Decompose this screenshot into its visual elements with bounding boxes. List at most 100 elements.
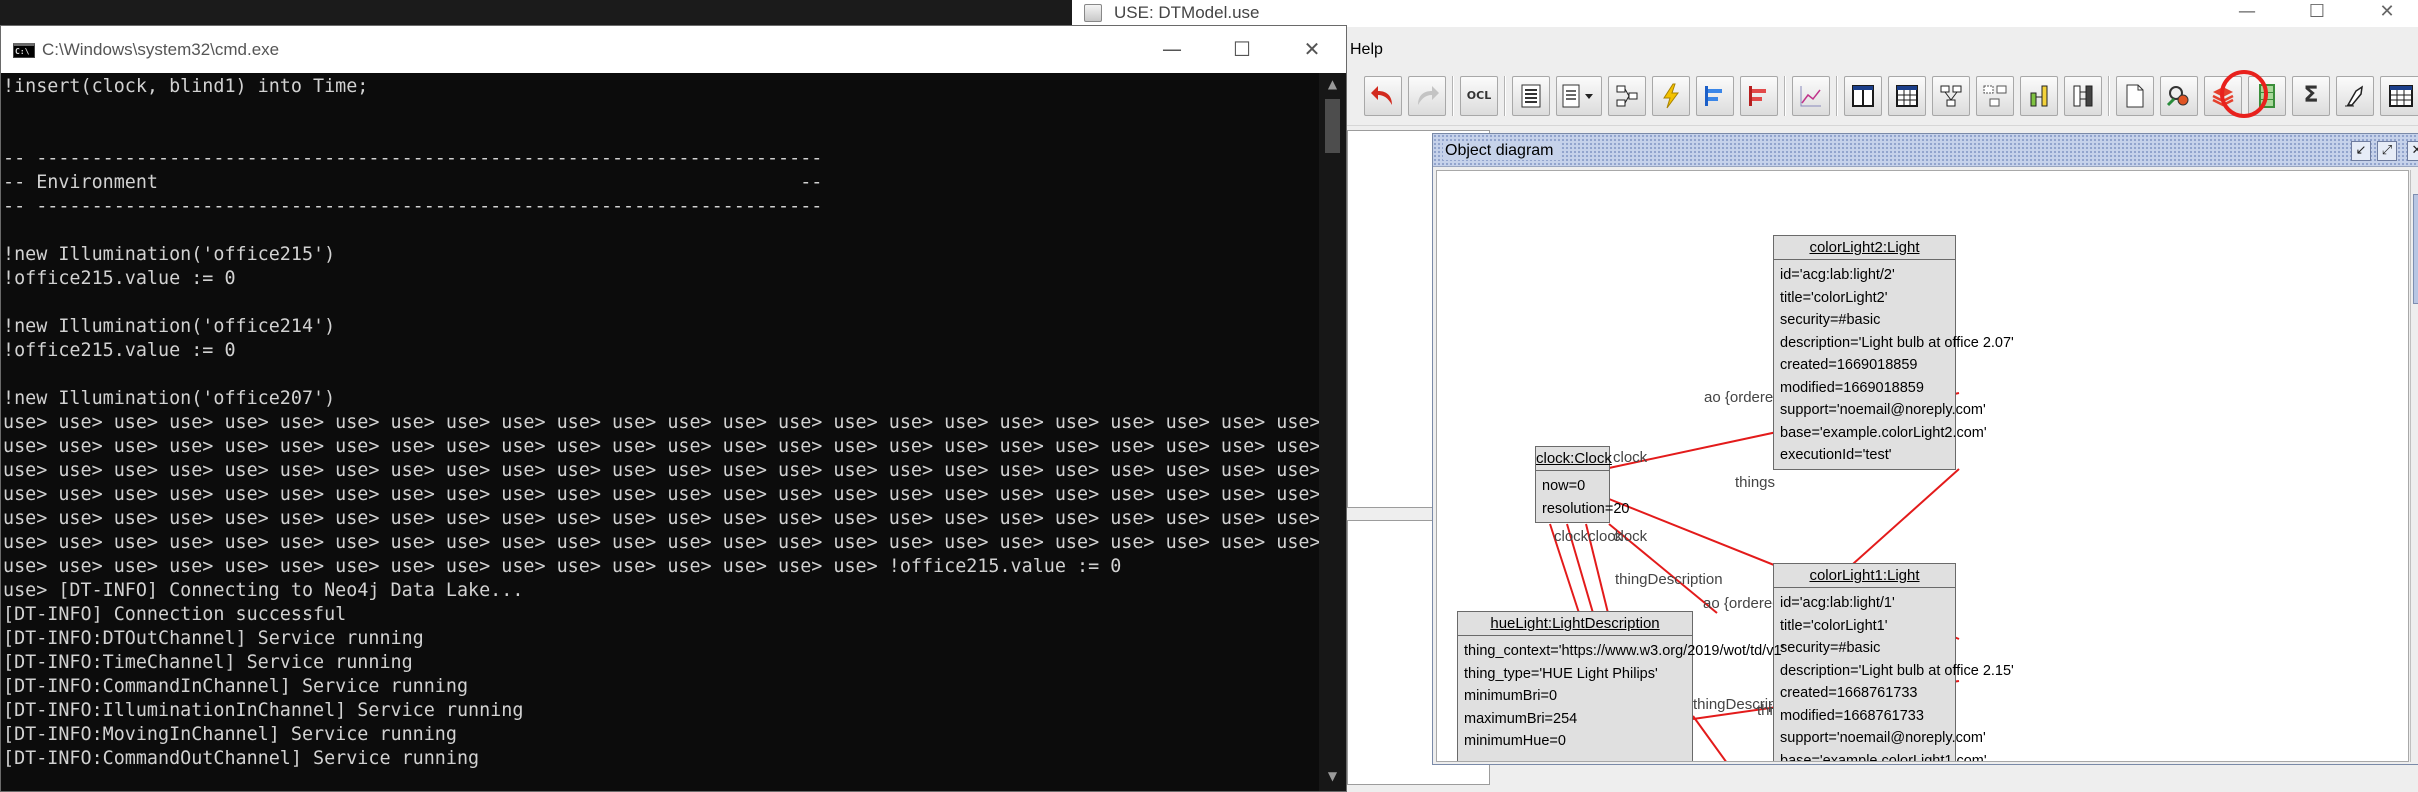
document-dropdown-icon bbox=[1562, 84, 1593, 108]
align-left-bars-button[interactable] bbox=[1696, 76, 1734, 116]
object-attribute: support='noemail@noreply.com' bbox=[1780, 730, 1986, 746]
object-attribute: id='acg:lab:light/1' bbox=[1780, 595, 1895, 611]
use-window-title: USE: DTModel.use bbox=[1114, 3, 1260, 22]
console-line: [DT-INFO:MovingInChannel] Service runnin… bbox=[3, 724, 457, 745]
scroll-up-arrow-icon[interactable]: ▲ bbox=[1323, 77, 1342, 95]
toolbar-separator bbox=[1836, 76, 1838, 116]
object-title: colorLight2:Light bbox=[1774, 236, 1955, 260]
object-attribute: support='noemail@noreply.com' bbox=[1780, 402, 1986, 418]
hierarchy-icon bbox=[1616, 85, 1638, 107]
console-scrollbar[interactable]: ▲ ▼ bbox=[1319, 73, 1346, 791]
console-line: [DT-INFO:CommandOutChannel] Service runn… bbox=[3, 748, 480, 769]
link-huelight-offscreen bbox=[1692, 715, 1727, 761]
toolbar-separator bbox=[1784, 76, 1786, 116]
console-line: !office215.value := 0 bbox=[3, 268, 236, 289]
object-attribute: modified=1669018859 bbox=[1780, 379, 1924, 396]
cmd-minimize-button[interactable]: — bbox=[1137, 34, 1207, 66]
hierarchy-button[interactable] bbox=[1608, 76, 1646, 116]
desktop-background bbox=[0, 0, 1072, 25]
console-line: [DT-INFO:IlluminationInChannel] Service … bbox=[3, 700, 524, 721]
split-view-button[interactable] bbox=[1844, 76, 1882, 116]
cmd-app-icon: C:\ bbox=[13, 43, 35, 58]
object-attribute: created=1669018859 bbox=[1780, 357, 1918, 373]
object-attribute: thing_type='HUE Light Philips' bbox=[1464, 665, 1658, 682]
object-diagram-button[interactable] bbox=[1932, 76, 1970, 116]
lightning-icon bbox=[1663, 83, 1679, 109]
object-diagram-scrollbar[interactable]: ▲ ▼ bbox=[2410, 170, 2418, 762]
new-document-button[interactable] bbox=[2116, 76, 2154, 116]
object-attribute: modified=1668761733 bbox=[1780, 707, 1924, 724]
redo-icon bbox=[1418, 86, 1439, 105]
console-line: !new Illumination('office214') bbox=[3, 316, 336, 337]
object-diagram-title-bar[interactable]: Object diagram ↙ ⤢ ✕ bbox=[1433, 134, 2418, 167]
console-line: !new Illumination('office215') bbox=[3, 244, 336, 265]
object-attribute: description='Light bulb at office 2.15' bbox=[1780, 662, 2014, 679]
class-diagram-button[interactable] bbox=[1976, 76, 2014, 116]
object-attribute: title='colorLight1' bbox=[1780, 617, 1888, 634]
class-boxes-icon bbox=[1983, 85, 2007, 107]
table-view-button[interactable] bbox=[1888, 76, 1926, 116]
pen-icon bbox=[2345, 85, 2363, 107]
cmd-maximize-button[interactable]: ☐ bbox=[1207, 34, 1277, 66]
sequence-diagram-button[interactable] bbox=[2020, 76, 2058, 116]
scroll-down-arrow-icon[interactable]: ▼ bbox=[1323, 769, 1342, 787]
console-line: -- -------------------------------------… bbox=[3, 148, 823, 169]
object-colorlight2[interactable]: colorLight2:Light id='acg:lab:light/2' t… bbox=[1773, 235, 2014, 470]
layers-button-highlight-circle bbox=[2220, 70, 2268, 118]
object-attribute: executionId='test' bbox=[1780, 447, 1892, 463]
object-diagram-canvas[interactable]: ao {ordered} clock things clock clockclo… bbox=[1436, 170, 2409, 762]
grid-table-button[interactable] bbox=[2380, 76, 2418, 116]
align-red-bars-button[interactable] bbox=[1740, 76, 1778, 116]
object-huelight[interactable]: hueLight:LightDescription thing_context=… bbox=[1457, 611, 1784, 761]
ocl-button[interactable]: OCL bbox=[1460, 76, 1498, 116]
console-line: !new Illumination('office207') bbox=[3, 388, 336, 409]
scroll-down-arrow-icon[interactable]: ▼ bbox=[2413, 742, 2418, 760]
scrollbar-thumb[interactable] bbox=[2413, 194, 2418, 304]
console-line: use> use> use> use> use> use> use> use> … bbox=[3, 556, 1122, 577]
cmd-close-button[interactable]: ✕ bbox=[1277, 34, 1347, 66]
undo-icon bbox=[1371, 86, 1392, 105]
scroll-up-arrow-icon[interactable]: ▲ bbox=[2413, 172, 2418, 190]
link-label-clock: clock bbox=[1613, 449, 1648, 466]
class-info-button[interactable] bbox=[1512, 76, 1550, 116]
communication-diagram-button[interactable] bbox=[2064, 76, 2102, 116]
evaluate-button[interactable] bbox=[2336, 76, 2374, 116]
use-app-icon bbox=[1084, 4, 1102, 22]
object-attribute: title='colorLight2' bbox=[1780, 289, 1888, 306]
use-close-button[interactable]: ✕ bbox=[2352, 0, 2418, 27]
console-line: use> use> use> use> use> use> use> use> … bbox=[3, 412, 1319, 433]
console-output[interactable]: !insert(clock, blind1) into Time; -- ---… bbox=[1, 73, 1319, 791]
cmd-title-bar[interactable]: C:\ C:\Windows\system32\cmd.exe — ☐ ✕ bbox=[1, 26, 1346, 73]
object-attribute: security=#basic bbox=[1780, 640, 1881, 656]
use-title-bar[interactable]: USE: DTModel.use — ☐ ✕ bbox=[1072, 0, 2418, 27]
table-icon bbox=[1896, 85, 1918, 107]
chart-button[interactable] bbox=[1792, 76, 1830, 116]
split-view-icon bbox=[1852, 85, 1874, 107]
menu-help[interactable]: Help bbox=[1350, 41, 1383, 59]
console-line: use> use> use> use> use> use> use> use> … bbox=[3, 484, 1319, 505]
run-script-button[interactable] bbox=[2160, 76, 2198, 116]
undo-button[interactable] bbox=[1364, 76, 1402, 116]
sum-button[interactable]: Σ bbox=[2292, 76, 2330, 116]
grid-icon bbox=[2389, 85, 2413, 107]
open-document-dropdown-button[interactable] bbox=[1556, 76, 1602, 116]
frame-close-icon[interactable]: ✕ bbox=[2407, 141, 2418, 161]
link-label-things: things bbox=[1735, 474, 1776, 491]
console-line: use> use> use> use> use> use> use> use> … bbox=[3, 436, 1319, 457]
redo-button[interactable] bbox=[1408, 76, 1446, 116]
object-clock[interactable]: clock:Clock now=0 resolution=20 bbox=[1535, 446, 1629, 523]
object-colorlight1[interactable]: colorLight1:Light id='acg:lab:light/1' t… bbox=[1773, 563, 2014, 761]
frame-maximize-icon[interactable]: ⤢ bbox=[2377, 141, 2397, 161]
use-minimize-button[interactable]: — bbox=[2212, 0, 2282, 27]
use-maximize-button[interactable]: ☐ bbox=[2282, 0, 2352, 27]
frame-iconify-icon[interactable]: ↙ bbox=[2351, 141, 2371, 161]
toolbar-separator bbox=[2108, 76, 2110, 116]
object-attribute: created=1668761733 bbox=[1780, 685, 1918, 701]
line-chart-icon bbox=[1800, 86, 1821, 107]
lightning-button[interactable] bbox=[1652, 76, 1690, 116]
scrollbar-thumb[interactable] bbox=[1325, 99, 1340, 153]
communication-icon bbox=[2073, 85, 2093, 107]
